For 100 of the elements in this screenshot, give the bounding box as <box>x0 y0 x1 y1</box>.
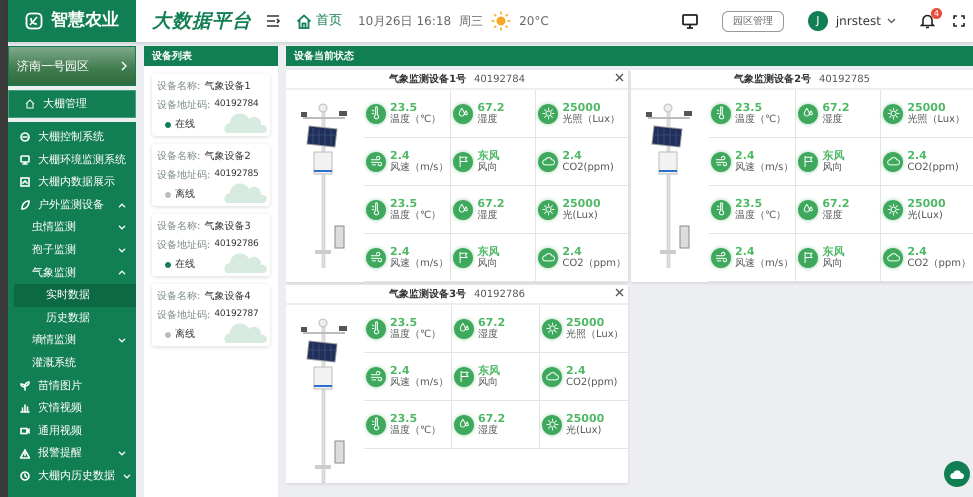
bell-icon[interactable] <box>920 13 935 29</box>
sensor-label: 温度（℃） <box>390 328 442 340</box>
home-link[interactable]: 首页 <box>296 11 342 31</box>
section-title: 设备当前状态 <box>286 46 973 66</box>
warning-icon <box>20 448 30 459</box>
sensor-label: 风向 <box>477 162 498 174</box>
park-name: 济南一号园区 <box>17 58 89 75</box>
thermometer-icon <box>366 104 386 124</box>
field-label: 设备名称: <box>157 220 200 234</box>
sensor-value: 东风 <box>477 150 500 162</box>
flag-icon <box>798 152 818 172</box>
cloud-icon <box>949 468 965 480</box>
sensor-label: 湿度 <box>822 114 844 126</box>
sensor-label: CO2(ppm) <box>562 162 614 174</box>
section-title: 设备列表 <box>144 46 278 66</box>
sensor-value: 25000 <box>566 316 606 328</box>
sensor-label: 光(Lux) <box>562 210 599 222</box>
field-label: 设备地址码: <box>157 308 210 323</box>
sun-icon <box>542 414 562 434</box>
thermometer-icon <box>711 200 731 220</box>
field-label: 设备名称: <box>157 150 200 164</box>
sidebar-item[interactable]: 通用视频 <box>8 420 136 442</box>
sidebar-item[interactable]: 墒情监测 <box>8 329 136 352</box>
panel-title: 气象监测设备3号 <box>389 288 466 302</box>
sensor-label: 光(Lux) <box>566 424 602 436</box>
sensor-value: 2.4 <box>562 246 583 258</box>
sensor-value: 25000 <box>562 198 601 210</box>
menu-icon[interactable] <box>266 15 280 27</box>
device-name: 气象设备2 <box>204 150 251 164</box>
sidebar-item[interactable]: 苗情图片 <box>8 374 136 398</box>
sidebar-item[interactable]: 大棚内数据展示 <box>8 171 136 194</box>
chevron-right-icon <box>121 61 127 71</box>
sensor-label: CO2(ppm) <box>566 376 618 388</box>
thermometer-icon <box>366 200 386 220</box>
sensor-label: 湿度 <box>477 210 498 222</box>
sensor-label: 风向 <box>822 258 842 270</box>
park-card[interactable]: 济南一号园区 <box>8 46 136 86</box>
fullscreen-icon[interactable] <box>953 15 965 27</box>
sensor-label: 光照（Lux） <box>907 114 965 126</box>
sensor-value: 25000 <box>907 102 947 114</box>
wind-icon <box>366 152 386 172</box>
panel-title: 气象监测设备1号 <box>389 72 466 86</box>
sensor-label: 温度（℃） <box>390 210 442 222</box>
close-button[interactable] <box>615 288 624 297</box>
sensor-value: 23.5 <box>390 412 418 424</box>
sensor-value: 67.2 <box>822 102 850 114</box>
sun-icon <box>542 318 562 338</box>
sidebar-item[interactable]: 历史数据 <box>14 306 136 330</box>
sensor-value: 67.2 <box>478 316 506 328</box>
sidebar-item[interactable]: 大棚管理 <box>8 90 136 118</box>
sidebar-item[interactable]: 虫情监测 <box>8 216 136 239</box>
sensor-label: 风速（m/s） <box>390 376 448 388</box>
sidebar-item[interactable]: 大棚控制系统 <box>8 126 136 149</box>
device-card[interactable]: 设备名称: 气象设备4 设备地址码: 40192787 离线 <box>152 284 270 346</box>
sidebar-item[interactable]: 灾情视频 <box>8 397 136 420</box>
sidebar-item[interactable]: 户外监测设备 <box>8 194 136 216</box>
bar-chart-icon <box>20 403 30 414</box>
sensor-label: 风向 <box>478 376 498 388</box>
date-text: 10月26日 <box>358 13 413 30</box>
monitor-icon <box>20 154 30 165</box>
monitor-icon[interactable] <box>682 14 698 28</box>
device-card[interactable]: 设备名称: 气象设备2 设备地址码: 40192785 离线 <box>152 144 270 206</box>
sidebar-item[interactable]: 灌溉系统 <box>8 352 136 375</box>
sidebar-item[interactable]: 大棚环境监测系统 <box>8 148 136 172</box>
sensor-label: 光照（Lux） <box>562 114 620 126</box>
sensor-value: 东风 <box>822 246 844 258</box>
thermometer-icon <box>711 104 731 124</box>
sensor-label: 温度（℃） <box>390 114 442 126</box>
flag-icon <box>454 366 474 386</box>
chevron-down-icon[interactable] <box>887 18 896 24</box>
house-icon <box>25 99 35 109</box>
sensor-value: 2.4 <box>735 150 756 162</box>
park-management-button[interactable]: 园区管理 <box>722 10 784 32</box>
temperature-text: 20°C <box>519 13 549 30</box>
sensor-value: 23.5 <box>390 316 418 328</box>
sidebar-item[interactable]: 大棚内历史数据 <box>8 464 136 488</box>
sensor-value: 2.4 <box>390 150 410 162</box>
status-text: 在线 <box>175 258 195 272</box>
cloud-icon <box>542 366 562 386</box>
panel-title: 气象监测设备2号 <box>734 72 812 86</box>
device-card[interactable]: 设备名称: 气象设备3 设备地址码: 40192786 在线 <box>152 214 270 276</box>
sidebar-item[interactable]: 孢子监测 <box>8 238 136 262</box>
sensor-label: 温度（℃） <box>390 424 442 436</box>
video-camera-icon <box>20 426 30 436</box>
sun-icon <box>538 200 558 220</box>
logo-text: 智慧农业 <box>51 9 119 32</box>
flag-icon <box>453 152 474 172</box>
device-card[interactable]: 设备名称: 气象设备1 设备地址码: 40192784 在线 <box>152 74 270 136</box>
close-button[interactable] <box>615 73 624 82</box>
cloud-button[interactable] <box>944 461 970 487</box>
sensor-value: 67.2 <box>477 198 504 210</box>
sensor-label: 风向 <box>822 162 842 174</box>
panel-device-code: 40192784 <box>474 72 525 86</box>
device-code: 40192784 <box>214 98 259 111</box>
cloud-icon <box>538 152 558 172</box>
sidebar-item[interactable]: 报警提醒 <box>8 442 136 465</box>
sensor-label: 温度（℃） <box>735 210 786 222</box>
cloud-icon <box>538 248 558 268</box>
sidebar-item[interactable]: 实时数据 <box>14 284 136 307</box>
sidebar-item[interactable]: 气象监测 <box>8 262 136 284</box>
